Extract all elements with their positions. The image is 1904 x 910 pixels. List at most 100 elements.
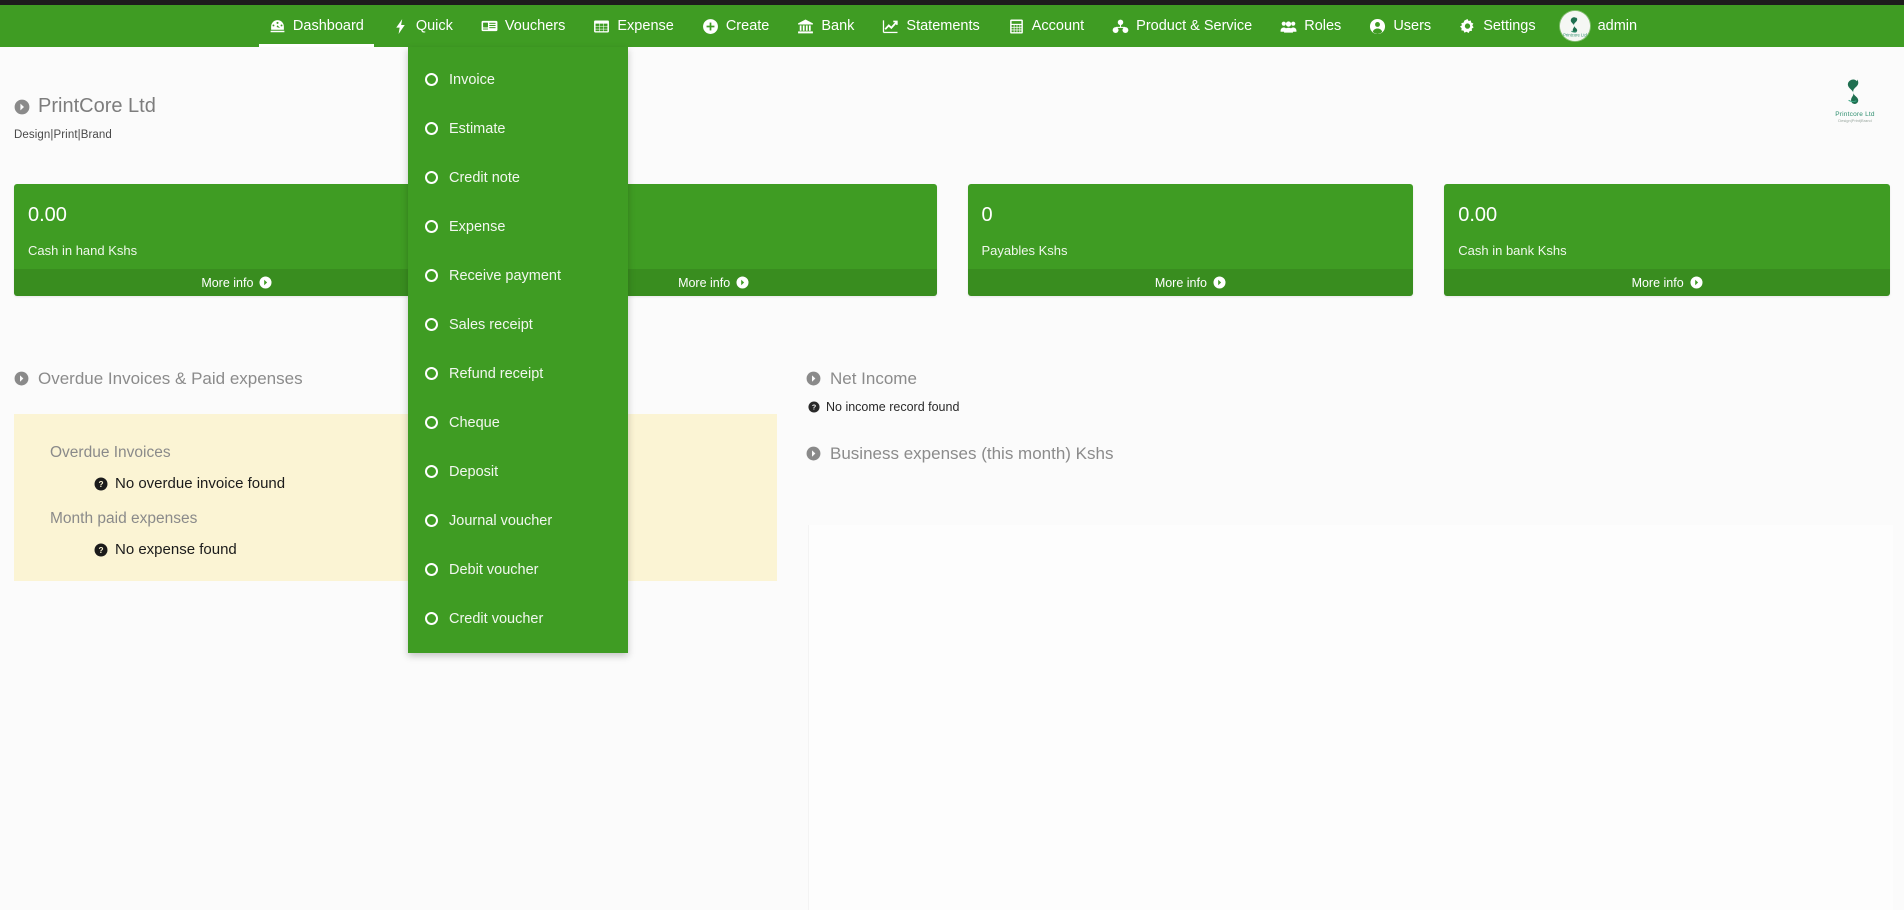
bank-icon [797, 18, 814, 35]
more-info-label: More info [1631, 275, 1684, 290]
page-content: PrintCore Ltd Design|Print|Brand Printco… [0, 47, 1904, 910]
nav-label: Vouchers [504, 18, 566, 34]
brand-logo-text: Printcore Ltd [1835, 110, 1875, 118]
more-info-button[interactable]: More info [14, 269, 460, 296]
arrow-circle-right-icon [1690, 276, 1703, 289]
circle-icon [425, 465, 438, 478]
users-group-icon [1280, 18, 1297, 35]
company-name: PrintCore Ltd [38, 95, 156, 117]
nav-label: Quick [415, 18, 453, 34]
menu-item-label: Expense [449, 218, 506, 235]
user-circle-icon [1369, 18, 1386, 35]
gear-icon [1459, 18, 1476, 35]
brand-logo: Printcore Ltd Design|Print|Brand [1824, 72, 1886, 126]
nav-item-roles[interactable]: Roles [1266, 5, 1355, 47]
quick-menu-item-invoice[interactable]: Invoice [408, 55, 628, 104]
vouchers-icon [481, 18, 498, 35]
more-info-label: More info [1154, 275, 1207, 290]
quick-menu-item-debit-voucher[interactable]: Debit voucher [408, 545, 628, 594]
circle-icon [425, 514, 438, 527]
menu-item-label: Credit note [449, 169, 520, 186]
value-text: No expense found [115, 541, 237, 558]
nav-item-account[interactable]: Account [994, 5, 1098, 47]
quick-menu-item-expense[interactable]: Expense [408, 202, 628, 251]
card-label: Cash in bank Kshs [1458, 243, 1567, 258]
stat-card-payables: 0 Payables Kshs More info [967, 184, 1414, 296]
nav-item-create[interactable]: Create [688, 5, 784, 47]
overdue-section-heading: Overdue Invoices & Paid expenses [14, 369, 774, 389]
quick-menu-item-receive-payment[interactable]: Receive payment [408, 251, 628, 300]
stat-cards-row: 0.00 Cash in hand Kshs More info More in… [14, 184, 1890, 296]
overdue-invoices-value: ? No overdue invoice found [14, 475, 777, 492]
quick-menu-item-refund-receipt[interactable]: Refund receipt [408, 349, 628, 398]
main-navigation: Dashboard Quick Vouchers Expense Create … [0, 5, 1904, 47]
more-info-button[interactable]: More info [967, 269, 1414, 296]
circle-icon [425, 416, 438, 429]
nav-label: Roles [1304, 18, 1342, 34]
business-expenses-chart-area [808, 525, 1893, 910]
arrow-circle-right-icon [259, 276, 272, 289]
quick-menu-item-estimate[interactable]: Estimate [408, 104, 628, 153]
income-section: Net Income ? No income record found Busi… [806, 369, 1890, 464]
quick-dropdown-menu: Invoice Estimate Credit note Expense Rec… [408, 47, 628, 653]
circle-icon [425, 171, 438, 184]
nav-item-vouchers[interactable]: Vouchers [467, 5, 579, 47]
arrow-circle-right-icon [14, 99, 30, 115]
app-root: Dashboard Quick Vouchers Expense Create … [0, 0, 1904, 910]
company-tagline: Design|Print|Brand [14, 129, 112, 141]
quick-menu-item-credit-note[interactable]: Credit note [408, 153, 628, 202]
card-body: 0 Payables Kshs [968, 184, 1414, 269]
circle-icon [425, 73, 438, 86]
nav-label: Statements [906, 18, 980, 34]
page-title: PrintCore Ltd [14, 95, 156, 118]
arrow-circle-right-icon [1213, 276, 1226, 289]
nav-item-product-service[interactable]: Product & Service [1098, 5, 1266, 47]
user-menu[interactable]: Printcore Ltd admin [1550, 5, 1650, 47]
empty-text: No income record found [826, 400, 960, 414]
nav-item-settings[interactable]: Settings [1445, 5, 1549, 47]
arrow-circle-right-icon [736, 276, 749, 289]
menu-item-label: Credit voucher [449, 610, 544, 627]
quick-menu-item-credit-voucher[interactable]: Credit voucher [408, 594, 628, 643]
card-value: 0 [981, 204, 993, 226]
svg-text:?: ? [98, 479, 103, 489]
nav-item-statements[interactable]: Statements [868, 5, 993, 47]
business-expenses-heading: Business expenses (this month) Kshs [806, 444, 1890, 464]
nav-item-bank[interactable]: Bank [783, 5, 868, 47]
arrow-circle-right-icon [806, 446, 822, 462]
nav-item-dashboard[interactable]: Dashboard [255, 5, 378, 47]
company-header: PrintCore Ltd Design|Print|Brand [14, 95, 156, 141]
nav-label: Users [1393, 18, 1432, 34]
more-info-button[interactable]: More info [1444, 269, 1890, 296]
section-title: Overdue Invoices & Paid expenses [38, 369, 303, 388]
month-paid-expenses-label: Month paid expenses [50, 510, 198, 527]
brand-logo-subtext: Design|Print|Brand [1838, 117, 1872, 123]
nav-item-users[interactable]: Users [1355, 5, 1445, 47]
nav-label: Expense [617, 18, 674, 34]
svg-text:?: ? [98, 545, 103, 555]
net-income-empty-state: ? No income record found [806, 400, 1890, 414]
menu-item-label: Deposit [449, 463, 499, 480]
section-title: Business expenses (this month) Kshs [830, 444, 1114, 463]
circle-icon [425, 220, 438, 233]
quick-menu-item-cheque[interactable]: Cheque [408, 398, 628, 447]
circle-icon [425, 122, 438, 135]
nav-item-expense[interactable]: Expense [579, 5, 687, 47]
quick-menu-item-sales-receipt[interactable]: Sales receipt [408, 300, 628, 349]
nav-label: Product & Service [1136, 18, 1253, 34]
card-value: 0.00 [28, 204, 67, 226]
nav-label: Bank [821, 18, 855, 34]
arrow-circle-right-icon [14, 371, 30, 387]
menu-item-label: Journal voucher [449, 512, 553, 529]
nav-item-quick[interactable]: Quick [378, 5, 467, 47]
more-info-label: More info [678, 275, 731, 290]
quick-menu-item-journal-voucher[interactable]: Journal voucher [408, 496, 628, 545]
month-paid-expenses-value: ? No expense found [14, 541, 777, 558]
quick-menu-item-deposit[interactable]: Deposit [408, 447, 628, 496]
nav-items-container: Dashboard Quick Vouchers Expense Create … [255, 5, 1649, 47]
menu-item-label: Estimate [449, 120, 506, 137]
dashboard-icon [269, 18, 286, 35]
bolt-icon [392, 18, 409, 35]
card-body: 0.00 Cash in hand Kshs [14, 184, 460, 269]
